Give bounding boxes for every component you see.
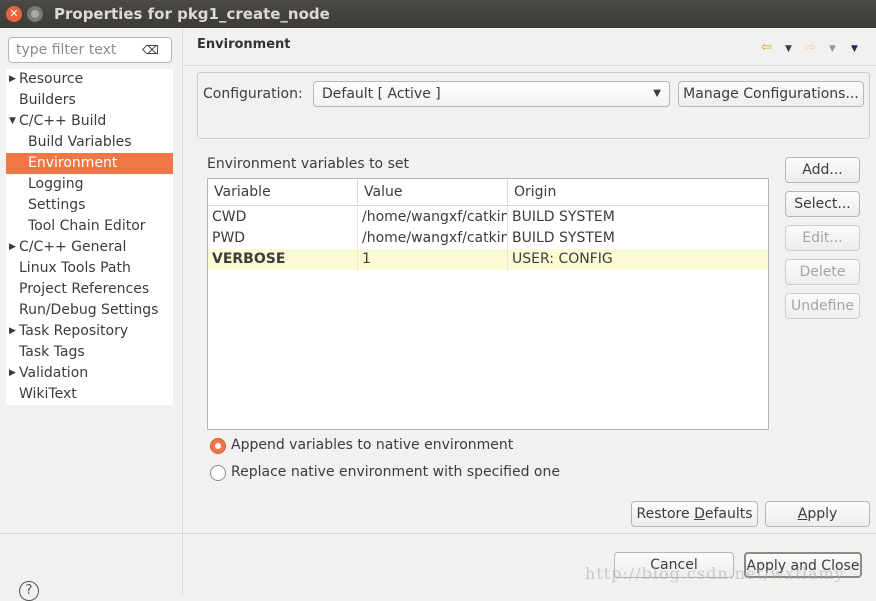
tree-item[interactable]: Environment [6,153,173,174]
close-button[interactable]: ✕ [6,6,22,22]
configuration-select[interactable]: Default [ Active ] ▼ [313,81,670,107]
tree-item-label: Tool Chain Editor [28,218,146,234]
tree-item[interactable]: Task Tags [6,342,173,363]
tree-item[interactable]: Project References [6,279,173,300]
restore-text-end: efaults [704,506,753,522]
cell-origin: USER: CONFIG [512,251,613,267]
watermark: http://blog.csdn.net/wxflamy [585,564,845,583]
tree-item-label: Project References [19,281,150,297]
tree-item-label: Builders [19,92,76,108]
cell-origin: BUILD SYSTEM [512,209,615,225]
append-label[interactable]: Append variables to native environment [231,437,513,453]
filter-input[interactable]: type filter text ⌫ [8,37,172,63]
page-title: Environment [197,37,291,52]
add-button[interactable]: Add... [785,157,860,183]
tree-item[interactable]: WikiText [6,384,173,405]
tree-item[interactable]: Logging [6,174,173,195]
divider [0,533,876,534]
manage-configurations-button[interactable]: Manage Configurations... [678,81,864,107]
append-radio[interactable] [210,438,226,454]
help-icon[interactable]: ? [19,581,39,601]
tree-item-label: Validation [19,365,89,381]
forward-menu-icon[interactable]: ▼ [829,44,836,54]
table-row[interactable]: VERBOSE 1 USER: CONFIG [208,249,768,270]
cell-variable: PWD [208,228,358,249]
cell-origin: BUILD SYSTEM [512,230,615,246]
tree-item-label: C/C++ Build [19,113,107,129]
cell-value: /home/wangxf/catkin [358,228,508,249]
expanded-arrow-icon[interactable]: ▼ [9,111,16,132]
title-bar: ✕ Properties for pkg1_create_node [0,0,876,28]
delete-button[interactable]: Delete [785,259,860,285]
restore-mnemonic: D [694,506,705,522]
window-title: Properties for pkg1_create_node [54,5,330,23]
tree-item[interactable]: Run/Debug Settings [6,300,173,321]
restore-text: Restore [636,506,695,522]
back-menu-icon[interactable]: ▼ [785,44,792,54]
cell-value: 1 [358,249,508,270]
configuration-value: Default [ Active ] [322,86,441,102]
cell-variable: CWD [208,207,358,228]
collapsed-arrow-icon[interactable]: ▶ [9,321,16,342]
tree-item-label: WikiText [19,386,77,402]
tree-item-label: Logging [28,176,84,192]
category-tree: ▶ Resource Builders ▼ C/C++ Build Build Varia… [6,69,173,405]
apply-mnemonic: A [797,506,808,522]
tree-item[interactable]: Linux Tools Path [6,258,173,279]
tree-item-label: Build Variables [28,134,132,150]
table-header: Variable Value Origin [208,179,768,206]
apply-text: pply [807,506,838,522]
column-header-origin[interactable]: Origin [508,179,768,206]
cell-value: /home/wangxf/catkin [358,207,508,228]
forward-arrow-icon[interactable]: ⇨ [805,40,816,55]
replace-label[interactable]: Replace native environment with specifie… [231,464,560,480]
tree-item-label: Settings [28,197,86,213]
column-header-value[interactable]: Value [358,179,508,206]
tree-item-label: Environment [28,155,118,171]
restore-defaults-button[interactable]: Restore Defaults [631,501,758,527]
tree-item-label: Resource [19,71,84,87]
collapsed-arrow-icon[interactable]: ▶ [9,69,16,90]
tree-item[interactable]: Builders [6,90,173,111]
tree-item[interactable]: ▼ C/C++ Build [6,111,173,132]
tree-item-label: Run/Debug Settings [19,302,159,318]
tree-item-label: C/C++ General [19,239,127,255]
env-label: Environment variables to set [207,156,409,172]
tree-item[interactable]: Tool Chain Editor [6,216,173,237]
table-row[interactable]: CWD/home/wangxf/catkin BUILD SYSTEM [208,207,768,228]
collapsed-arrow-icon[interactable]: ▶ [9,363,16,384]
apply-button[interactable]: Apply [765,501,870,527]
tree-item[interactable]: Build Variables [6,132,173,153]
filter-placeholder: type filter text [16,42,117,58]
table-row[interactable]: PWD/home/wangxf/catkin BUILD SYSTEM [208,228,768,249]
back-arrow-icon[interactable]: ⇦ [761,40,772,55]
divider [184,65,876,66]
env-table: Variable Value Origin CWD/home/wangxf/ca… [207,178,769,430]
cell-variable: VERBOSE [208,249,358,270]
tree-item-label: Task Repository [19,323,129,339]
tree-item[interactable]: ▶ Resource [6,69,173,90]
tree-item-label: Linux Tools Path [19,260,131,276]
tree-item[interactable]: ▶ Validation [6,363,173,384]
sidebar: type filter text ⌫ ▶ Resource Builders ▼ C/C+… [0,28,183,601]
collapsed-arrow-icon[interactable]: ▶ [9,237,16,258]
tree-item-label: Task Tags [19,344,85,360]
clear-icon[interactable]: ⌫ [142,38,159,62]
replace-radio[interactable] [210,465,226,481]
column-header-variable[interactable]: Variable [208,179,358,206]
minimize-button[interactable] [27,6,43,22]
view-menu-icon[interactable]: ▼ [851,44,858,54]
tree-item[interactable]: ▶ C/C++ General [6,237,173,258]
tree-item[interactable]: ▶ Task Repository [6,321,173,342]
configuration-label: Configuration: [203,86,303,102]
undefine-button[interactable]: Undefine [785,293,860,319]
edit-button[interactable]: Edit... [785,225,860,251]
tree-item[interactable]: Settings [6,195,173,216]
chevron-down-icon: ▼ [653,88,661,99]
select-button[interactable]: Select... [785,191,860,217]
